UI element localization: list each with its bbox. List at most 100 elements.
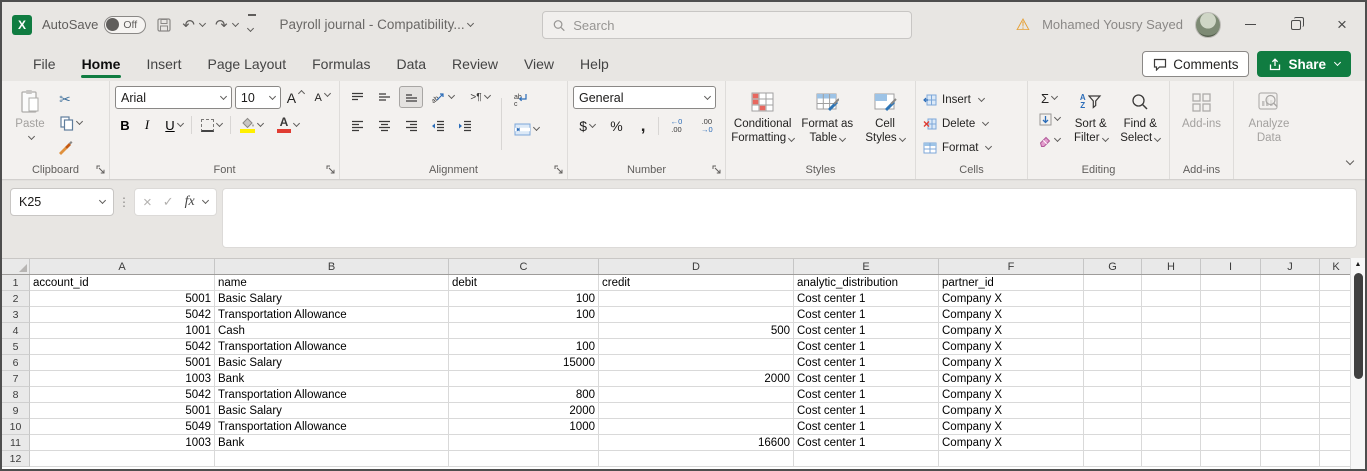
decrease-indent-button[interactable] [426,115,450,137]
paste-button[interactable]: Paste [7,86,53,161]
bold-button[interactable]: B [115,114,135,136]
cell-D11[interactable]: 16600 [599,435,794,451]
cell-B1[interactable]: name [215,275,449,291]
cell-C11[interactable] [449,435,599,451]
cell-J9[interactable] [1261,403,1320,419]
cell-C4[interactable] [449,323,599,339]
cell-K2[interactable] [1320,291,1353,307]
cell-D5[interactable] [599,339,794,355]
cell-D8[interactable] [599,387,794,403]
fill-button[interactable] [1033,109,1065,129]
addins-button[interactable]: Add-ins [1175,86,1228,161]
cell-C12[interactable] [449,451,599,467]
cell-J5[interactable] [1261,339,1320,355]
column-header-D[interactable]: D [599,259,794,274]
cell-F3[interactable]: Company X [939,307,1084,323]
cell-C10[interactable]: 1000 [449,419,599,435]
decrease-decimal-button[interactable]: .00 →0 [694,115,720,137]
wrap-text-button[interactable]: ab c [506,88,536,110]
borders-button[interactable] [194,114,228,136]
collapse-ribbon-button[interactable] [1344,151,1355,169]
cell-E3[interactable]: Cost center 1 [794,307,939,323]
percent-style-button[interactable]: % [605,115,628,137]
cell-C9[interactable]: 2000 [449,403,599,419]
cell-H1[interactable] [1142,275,1201,291]
cell-B5[interactable]: Transportation Allowance [215,339,449,355]
reading-order-button[interactable]: >¶ [463,86,497,108]
cell-K1[interactable] [1320,275,1353,291]
cell-D9[interactable] [599,403,794,419]
row-header-3[interactable]: 3 [2,307,30,323]
cell-I2[interactable] [1201,291,1261,307]
autosave-control[interactable]: AutoSave Off [42,15,147,34]
tab-page-layout[interactable]: Page Layout [194,47,299,81]
analyze-data-button[interactable]: Analyze Data [1239,86,1299,161]
cell-G12[interactable] [1084,451,1142,467]
bottom-align-button[interactable] [399,86,423,108]
cell-H2[interactable] [1142,291,1201,307]
top-align-button[interactable] [345,86,369,108]
cell-G3[interactable] [1084,307,1142,323]
cell-B2[interactable]: Basic Salary [215,291,449,307]
cell-E5[interactable]: Cost center 1 [794,339,939,355]
cell-B4[interactable]: Cash [215,323,449,339]
cell-I3[interactable] [1201,307,1261,323]
cell-H9[interactable] [1142,403,1201,419]
cell-B8[interactable]: Transportation Allowance [215,387,449,403]
cell-D2[interactable] [599,291,794,307]
cell-F11[interactable]: Company X [939,435,1084,451]
cell-H3[interactable] [1142,307,1201,323]
cell-E6[interactable]: Cost center 1 [794,355,939,371]
cell-C2[interactable]: 100 [449,291,599,307]
tab-help[interactable]: Help [567,47,622,81]
increase-indent-button[interactable] [453,115,477,137]
cancel-button[interactable]: × [143,195,152,210]
row-header-8[interactable]: 8 [2,387,30,403]
comments-button[interactable]: Comments [1142,51,1250,77]
cell-H11[interactable] [1142,435,1201,451]
delete-cells-button[interactable]: Delete [921,113,1022,134]
column-header-G[interactable]: G [1084,259,1142,274]
cell-J3[interactable] [1261,307,1320,323]
insert-cells-button[interactable]: Insert [921,89,1022,110]
cell-G10[interactable] [1084,419,1142,435]
formula-input[interactable] [221,188,1357,248]
minimize-button[interactable] [1233,10,1267,40]
column-header-F[interactable]: F [939,259,1084,274]
cell-A3[interactable]: 5042 [30,307,215,323]
cell-G2[interactable] [1084,291,1142,307]
cell-J8[interactable] [1261,387,1320,403]
cell-E12[interactable] [794,451,939,467]
cell-B6[interactable]: Basic Salary [215,355,449,371]
save-button[interactable] [156,17,172,33]
cell-F1[interactable]: partner_id [939,275,1084,291]
maximize-button[interactable] [1279,10,1313,40]
search-box[interactable] [542,11,912,39]
cell-A11[interactable]: 1003 [30,435,215,451]
cell-E2[interactable]: Cost center 1 [794,291,939,307]
cell-K6[interactable] [1320,355,1353,371]
cell-I12[interactable] [1201,451,1261,467]
select-all-corner[interactable] [2,259,30,274]
cell-C1[interactable]: debit [449,275,599,291]
cell-C5[interactable]: 100 [449,339,599,355]
cell-G6[interactable] [1084,355,1142,371]
cell-H10[interactable] [1142,419,1201,435]
cell-D12[interactable] [599,451,794,467]
cell-A12[interactable] [30,451,215,467]
cell-J10[interactable] [1261,419,1320,435]
cell-I7[interactable] [1201,371,1261,387]
cell-K7[interactable] [1320,371,1353,387]
cell-B11[interactable]: Bank [215,435,449,451]
autosave-toggle[interactable]: Off [104,15,147,34]
cell-G7[interactable] [1084,371,1142,387]
cell-I4[interactable] [1201,323,1261,339]
share-button[interactable]: Share [1257,51,1351,77]
row-header-5[interactable]: 5 [2,339,30,355]
cell-J7[interactable] [1261,371,1320,387]
sort-filter-button[interactable]: AZ Sort & Filter [1067,86,1115,161]
cell-A5[interactable]: 5042 [30,339,215,355]
cell-B10[interactable]: Transportation Allowance [215,419,449,435]
row-header-2[interactable]: 2 [2,291,30,307]
tab-formulas[interactable]: Formulas [299,47,383,81]
